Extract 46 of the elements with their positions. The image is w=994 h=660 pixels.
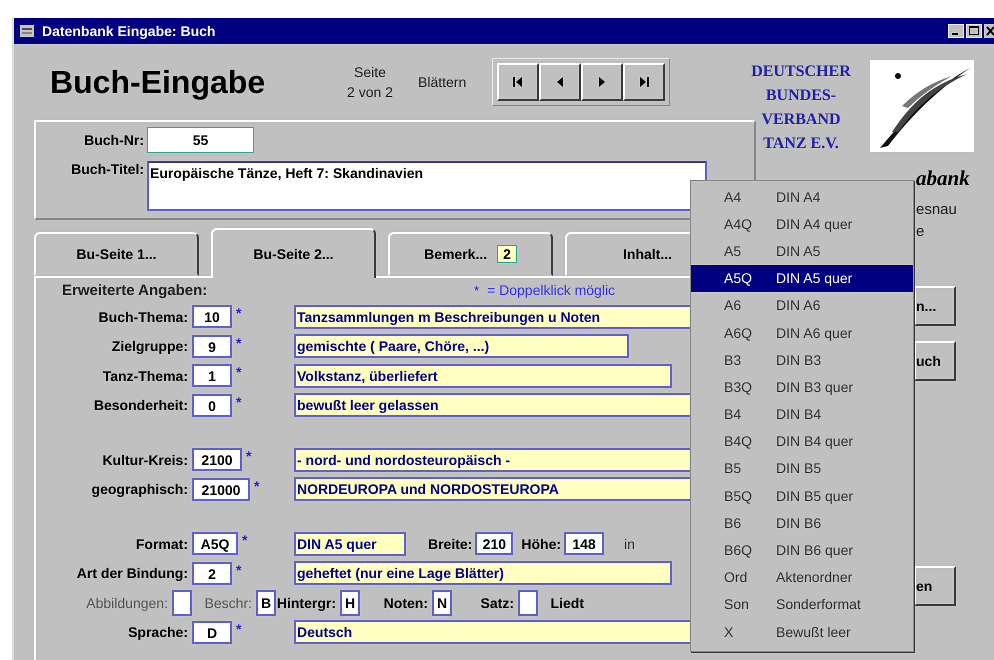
app-subtitle: abank [916, 166, 970, 191]
section-title: Erweiterte Angaben: [62, 282, 208, 298]
lookup-mark: * [246, 448, 252, 464]
field-label: Besonderheit: [92, 397, 188, 414]
flag-label: Satz: [480, 594, 514, 611]
field-label: Breite: [428, 536, 472, 552]
field-label: geographisch: [90, 481, 188, 498]
flag-label: Beschr: [204, 594, 252, 611]
hint-mark: * [474, 282, 480, 298]
unit-label: in [624, 536, 635, 552]
field-label: Buch-Nr: [83, 132, 144, 148]
hint-text: = Doppelklick möglic [487, 282, 616, 298]
info-text: e [916, 223, 924, 240]
field-label: Buch-Titel: [70, 161, 144, 177]
field-label: Art der Bindung: [76, 565, 188, 582]
page-label: Seite [354, 63, 386, 82]
lookup-mark: * [236, 620, 242, 636]
field-label: Format: [134, 536, 188, 552]
description-field: Volkstanz, überliefert [294, 364, 672, 388]
lookup-mark: * [254, 478, 260, 494]
field-label: Sprache: [127, 624, 188, 640]
lookup-mark: * [236, 334, 242, 350]
flag-label: Abbildungen: [85, 594, 168, 611]
field-label: Kultur-Kreis: [101, 452, 188, 468]
description-field: DIN A5 quer [294, 532, 406, 556]
field-label: Tanz-Thema: [102, 368, 188, 384]
browse-label: Blättern [418, 74, 468, 90]
field-label: Zielgruppe: [110, 338, 188, 354]
field-label: Buch-Thema: [98, 308, 188, 325]
info-text: esnau [916, 201, 957, 218]
form-title: Buch-Eingabe [50, 64, 266, 100]
field-label: Höhe: [521, 536, 562, 552]
count-badge: 2 [497, 245, 517, 263]
description-field: gemischte ( Paare, Chöre, ...) [294, 334, 629, 358]
flag-label: Noten: [382, 594, 428, 611]
lookup-mark: * [236, 364, 242, 380]
lookup-mark: * [236, 394, 242, 410]
description-field: geheftet (nur eine Lage Blätter) [294, 561, 672, 586]
organization-name: DEUTSCHER BUNDES- VERBAND TANZ E.V. [750, 62, 852, 154]
lookup-mark: * [236, 305, 242, 321]
flag-label: Liedt [550, 594, 584, 611]
page-count: 2 von 2 [347, 83, 393, 102]
flag-label: Hintergr: [276, 594, 336, 611]
lookup-mark: * [242, 532, 248, 548]
window-title: Datenbank Eingabe: Buch [42, 23, 216, 39]
lookup-mark: * [236, 562, 242, 578]
